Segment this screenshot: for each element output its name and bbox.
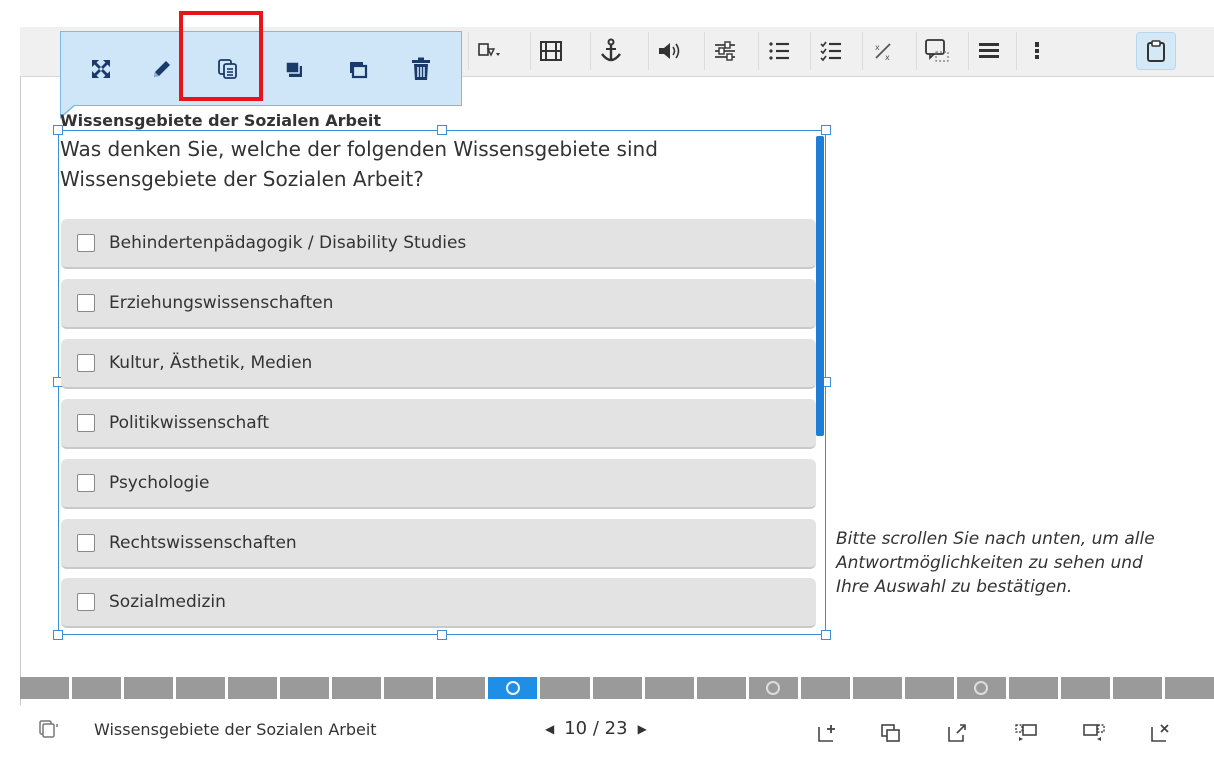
answer-checkbox[interactable]	[77, 474, 95, 492]
answer-checkbox[interactable]	[77, 354, 95, 372]
slide-ring-icon	[505, 681, 520, 695]
answer-checkbox[interactable]	[77, 593, 95, 611]
numbered-list-icon[interactable]	[758, 32, 798, 70]
slide-marker[interactable]	[384, 677, 434, 699]
slide-progress-strip	[20, 677, 1214, 699]
move-slide-left-icon[interactable]	[1012, 720, 1040, 746]
slide-marker[interactable]	[124, 677, 174, 699]
delete-slide-icon[interactable]	[1147, 720, 1175, 746]
slide-marker[interactable]	[20, 677, 70, 699]
bring-to-front-icon[interactable]	[278, 53, 310, 85]
import-slide-icon[interactable]	[944, 720, 972, 746]
answer-label: Psychologie	[109, 473, 210, 493]
answer-option[interactable]: Erziehungswissenschaften	[61, 279, 816, 329]
slide-marker[interactable]	[280, 677, 330, 699]
edit-pencil-icon[interactable]	[146, 53, 178, 85]
slide-marker[interactable]	[436, 677, 486, 699]
screen-capture-icon[interactable]	[916, 32, 956, 70]
slide-marker[interactable]	[1112, 677, 1163, 699]
svg-text:x: x	[885, 53, 890, 62]
anchor-icon[interactable]	[590, 32, 630, 70]
add-slide-icon[interactable]	[814, 720, 842, 746]
answer-option[interactable]: Rechtswissenschaften	[61, 519, 816, 569]
footer-slide-title: Wissensgebiete der Sozialen Arbeit	[94, 720, 377, 739]
slide-type-icon	[38, 718, 62, 744]
slide-marker[interactable]	[72, 677, 122, 699]
prev-page-icon[interactable]: ◀	[545, 722, 554, 736]
slide-marker[interactable]	[696, 677, 746, 699]
answer-option[interactable]: Politikwissenschaft	[61, 399, 816, 449]
next-page-icon[interactable]: ▶	[638, 722, 647, 736]
resize-handle-top[interactable]	[437, 125, 447, 135]
slide-marker[interactable]	[748, 677, 798, 699]
delete-trash-icon[interactable]	[405, 53, 437, 85]
slide-marker[interactable]	[800, 677, 850, 699]
answer-option[interactable]: Psychologie	[61, 459, 816, 509]
answer-option[interactable]: Behindertenpädagogik / Disability Studie…	[61, 219, 816, 269]
resize-handle-bottom-left[interactable]	[53, 630, 63, 640]
audio-icon[interactable]	[648, 32, 688, 70]
options-scrollbar[interactable]	[816, 136, 824, 436]
scroll-hint-text: Bitte scrollen Sie nach unten, um alle A…	[836, 529, 1155, 597]
answer-checkbox[interactable]	[77, 414, 95, 432]
slide-marker[interactable]	[1165, 677, 1214, 699]
slide-heading: Wissensgebiete der Sozialen Arbeit	[60, 111, 381, 130]
slide-marker[interactable]	[228, 677, 278, 699]
answer-option[interactable]: Sozialmedizin	[61, 578, 816, 628]
checklist-icon[interactable]	[810, 32, 850, 70]
page-navigator: ◀ 10 / 23 ▶	[545, 718, 647, 739]
resize-handle-bottom-right[interactable]	[821, 630, 831, 640]
answer-checkbox[interactable]	[77, 234, 95, 252]
slide-marker[interactable]	[644, 677, 694, 699]
answer-checkbox[interactable]	[77, 294, 95, 312]
list-icon[interactable]	[968, 32, 1008, 70]
slide-ring-icon	[974, 681, 989, 695]
answer-label: Politikwissenschaft	[109, 413, 270, 433]
answer-label: Sozialmedizin	[109, 592, 226, 612]
slide-marker-current[interactable]	[488, 677, 538, 699]
video-icon[interactable]	[530, 32, 570, 70]
slide-marker[interactable]	[592, 677, 642, 699]
slide-marker[interactable]	[176, 677, 226, 699]
answer-checkbox[interactable]	[77, 534, 95, 552]
page-counter: 10 / 23	[564, 718, 628, 739]
answer-label: Erziehungswissenschaften	[109, 293, 334, 313]
shapes-dropdown-icon[interactable]	[468, 32, 508, 70]
answer-label: Behindertenpädagogik / Disability Studie…	[109, 233, 467, 253]
resize-handle-top-right[interactable]	[821, 125, 831, 135]
move-slide-right-icon[interactable]	[1080, 720, 1108, 746]
slide-marker[interactable]	[852, 677, 902, 699]
copy-slide-icon[interactable]	[877, 720, 905, 746]
more-options-icon[interactable]	[1016, 32, 1056, 70]
slide-marker[interactable]	[332, 677, 382, 699]
fraction-icon[interactable]: xx	[862, 32, 902, 70]
fullscreen-icon[interactable]	[85, 53, 117, 85]
answer-label: Kultur, Ästhetik, Medien	[109, 353, 313, 373]
answer-option[interactable]: Kultur, Ästhetik, Medien	[61, 339, 816, 389]
slide-ring-icon	[766, 681, 781, 695]
slide-marker[interactable]	[904, 677, 954, 699]
slide-marker[interactable]	[1060, 677, 1110, 699]
slide-marker[interactable]	[956, 677, 1006, 699]
slide-marker[interactable]	[540, 677, 590, 699]
duplicate-highlight-box	[179, 11, 263, 101]
resize-handle-bottom[interactable]	[437, 630, 447, 640]
slide-marker[interactable]	[1008, 677, 1058, 699]
answer-label: Rechtswissenschaften	[109, 533, 297, 553]
clipboard-icon[interactable]	[1136, 32, 1176, 70]
sliders-icon[interactable]	[704, 32, 744, 70]
svg-text:x: x	[875, 43, 880, 52]
resize-handle-top-left[interactable]	[53, 125, 63, 135]
send-to-back-icon[interactable]	[342, 53, 374, 85]
